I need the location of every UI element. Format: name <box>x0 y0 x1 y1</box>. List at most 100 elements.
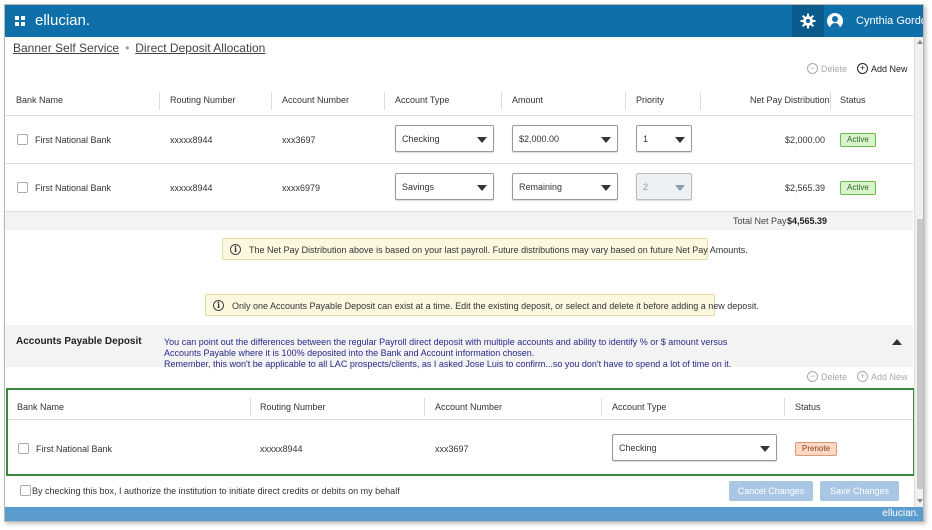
table-row: First National Bank xxxxx8944 xxx3697 Ch… <box>5 116 913 164</box>
total-net-pay-value: $4,565.39 <box>787 216 828 226</box>
chevron-down-icon <box>601 137 611 143</box>
ap-notice: i Only one Accounts Payable Deposit can … <box>205 294 759 316</box>
account-number: xxx3697 <box>282 135 316 145</box>
bank-name: First National Bank <box>36 444 113 454</box>
ap-delete-button[interactable]: − Delete <box>807 371 847 382</box>
accounts-payable-table: Bank Name Routing Number Account Number … <box>6 388 915 476</box>
priority-value: 1 <box>643 134 649 144</box>
priority-select[interactable]: 1 <box>636 125 692 152</box>
col-bank-name: Bank Name <box>17 402 65 412</box>
footer-brand-logo: ellucian. <box>882 508 919 519</box>
app-window: ellucian. Cynthia Gordon Ba <box>4 4 924 522</box>
account-number: xxx3697 <box>435 444 469 454</box>
authorize-label: By checking this box, I authorize the in… <box>32 486 400 496</box>
chevron-down-icon <box>601 185 611 191</box>
info-icon: i <box>230 244 241 255</box>
chevron-down-icon <box>675 137 685 143</box>
account-type-select[interactable]: Checking <box>612 434 777 461</box>
plus-circle-icon: + <box>857 371 868 382</box>
breadcrumb-home-link[interactable]: Banner Self Service <box>13 41 119 55</box>
scroll-down-icon[interactable] <box>917 499 923 503</box>
col-account-number: Account Number <box>282 95 350 105</box>
bottom-bar: ellucian. <box>5 507 923 521</box>
user-avatar-icon[interactable] <box>827 13 843 29</box>
ap-add-new-button[interactable]: + Add New <box>857 371 908 382</box>
scrollbar-thumb[interactable] <box>917 219 923 489</box>
chevron-down-icon <box>477 137 487 143</box>
col-account-number: Account Number <box>435 402 503 412</box>
total-net-pay-label: Total Net Pay <box>733 216 787 226</box>
minus-circle-icon: − <box>807 371 818 382</box>
user-name[interactable]: Cynthia Gordon <box>856 15 923 27</box>
ap-notice-text: Only one Accounts Payable Deposit can ex… <box>232 301 759 311</box>
chevron-down-icon <box>760 446 770 452</box>
chevron-up-icon[interactable] <box>892 339 902 345</box>
ap-add-new-label: Add New <box>871 371 908 382</box>
payroll-delete-button[interactable]: − Delete <box>807 63 847 74</box>
vertical-scrollbar[interactable] <box>914 37 923 507</box>
net-pay-notice: i The Net Pay Distribution above is base… <box>222 238 748 260</box>
col-bank-name: Bank Name <box>16 95 64 105</box>
net-pay-distribution: $2,565.39 <box>785 183 826 193</box>
account-number: xxxx6979 <box>282 183 321 193</box>
bank-name: First National Bank <box>35 135 112 145</box>
chevron-down-icon <box>477 185 487 191</box>
row-checkbox[interactable] <box>17 134 28 145</box>
payroll-add-new-label: Add New <box>871 63 908 74</box>
accounts-payable-header[interactable]: Accounts Payable Deposit You can point o… <box>5 325 913 370</box>
cancel-changes-button[interactable]: Cancel Changes <box>729 481 813 501</box>
routing-number: xxxxx8944 <box>260 444 303 454</box>
payroll-add-new-button[interactable]: + Add New <box>857 63 908 74</box>
info-icon: i <box>213 300 224 311</box>
breadcrumb: Banner Self Service • Direct Deposit Alloc… <box>13 41 265 55</box>
ap-table-header: Bank Name Routing Number Account Number … <box>8 390 913 420</box>
routing-number: xxxxx8944 <box>170 183 213 193</box>
scroll-up-icon[interactable] <box>917 40 923 44</box>
account-type-value: Checking <box>402 134 440 144</box>
amount-select[interactable]: Remaining <box>512 173 618 200</box>
account-type-value: Savings <box>402 182 435 192</box>
amount-select[interactable]: $2,000.00 <box>512 125 618 152</box>
note-line: Remember, this won't be applicable to al… <box>164 359 732 369</box>
total-net-pay-row: Total Net Pay $4,565.39 <box>5 212 913 230</box>
note-line: Accounts Payable where it is 100% deposi… <box>164 348 535 358</box>
col-status: Status <box>840 95 866 105</box>
col-account-type: Account Type <box>395 95 450 105</box>
account-type-select[interactable]: Checking <box>395 125 494 152</box>
net-pay-distribution: $2,000.00 <box>785 135 826 145</box>
ap-delete-label: Delete <box>821 371 848 382</box>
col-routing-number: Routing Number <box>170 95 236 105</box>
status-badge: Prenote <box>795 442 838 456</box>
chevron-down-icon <box>675 185 685 191</box>
apps-grid-icon[interactable] <box>15 16 25 26</box>
row-checkbox[interactable] <box>18 443 29 454</box>
payroll-table-header: Bank Name Routing Number Account Number … <box>5 86 913 116</box>
breadcrumb-separator: • <box>125 41 130 55</box>
table-row: First National Bank xxxxx8944 xxxx6979 S… <box>5 164 913 212</box>
row-checkbox[interactable] <box>17 182 28 193</box>
status-badge: Active <box>840 133 876 147</box>
net-pay-notice-text: The Net Pay Distribution above is based … <box>249 245 748 255</box>
brand-logo: ellucian. <box>35 12 91 29</box>
amount-value: Remaining <box>519 182 563 192</box>
priority-select: 2 <box>636 173 692 200</box>
bank-name: First National Bank <box>35 183 112 193</box>
col-routing-number: Routing Number <box>260 402 326 412</box>
accounts-payable-note: You can point out the differences betwee… <box>164 337 731 370</box>
table-row: First National Bank xxxxx8944 xxx3697 Ch… <box>8 426 913 474</box>
minus-circle-icon: − <box>807 63 818 74</box>
authorize-checkbox[interactable] <box>20 485 31 496</box>
breadcrumb-current-link[interactable]: Direct Deposit Allocation <box>135 41 265 55</box>
settings-button[interactable] <box>792 5 824 37</box>
top-bar: ellucian. Cynthia Gordon <box>5 5 923 37</box>
accounts-payable-title: Accounts Payable Deposit <box>16 336 142 347</box>
save-changes-button[interactable]: Save Changes <box>820 481 899 501</box>
status-badge: Active <box>840 181 876 195</box>
gear-icon <box>800 13 816 29</box>
account-type-select[interactable]: Savings <box>395 173 494 200</box>
col-priority: Priority <box>636 95 665 105</box>
col-status: Status <box>795 402 821 412</box>
amount-value: $2,000.00 <box>519 134 560 144</box>
col-net-pay-distribution: Net Pay Distribution <box>750 95 830 105</box>
priority-value: 2 <box>643 182 649 192</box>
